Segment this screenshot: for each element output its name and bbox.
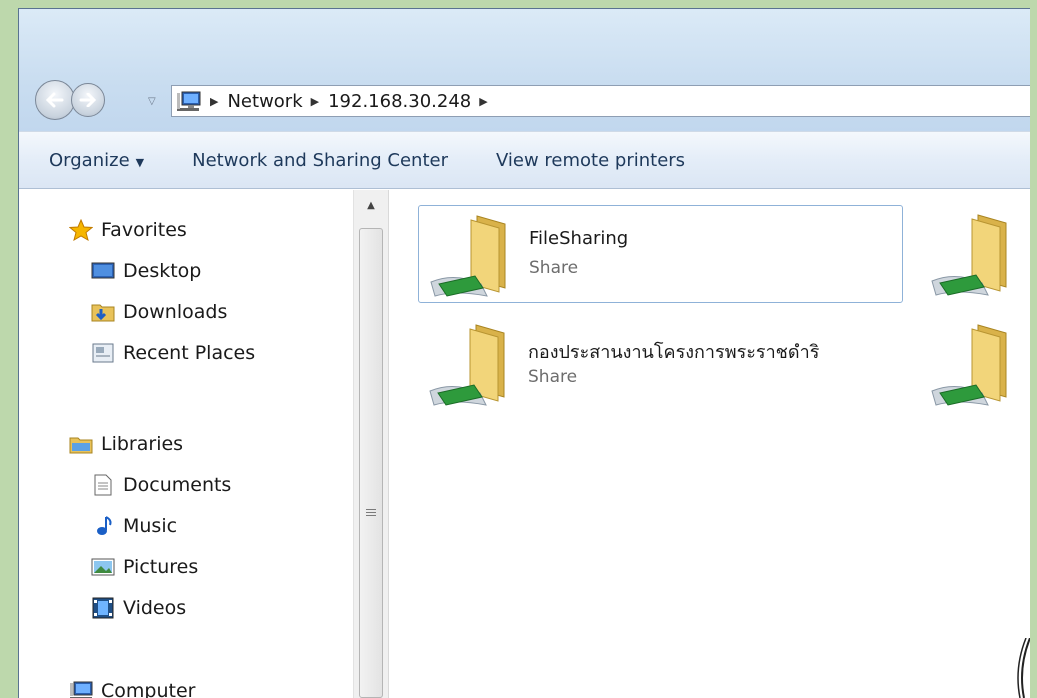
network-share-folder-icon (430, 215, 506, 297)
share-type: Share (528, 367, 578, 387)
share-tile[interactable]: ก S (920, 205, 1030, 303)
organize-button[interactable]: Organize ▼ (19, 150, 168, 171)
sidebar-item-computer[interactable]: Computer (69, 674, 195, 698)
sidebar-item-desktop[interactable]: Desktop (91, 254, 201, 288)
downloads-folder-icon (91, 301, 115, 323)
share-type: Share (529, 258, 579, 278)
pictures-icon (91, 556, 115, 578)
breadcrumb-host[interactable]: 192.168.30.248 (328, 91, 471, 112)
view-remote-printers-button[interactable]: View remote printers (472, 150, 709, 171)
navigation-pane: Favorites Desktop Downloads Recent Place… (19, 190, 353, 698)
grip-icon (366, 509, 376, 518)
navigation-scrollbar[interactable]: ▲ (353, 190, 389, 698)
share-tile[interactable]: ข S (920, 315, 1030, 413)
documents-icon (91, 474, 115, 496)
sidebar-item-downloads[interactable]: Downloads (91, 295, 227, 329)
network-share-folder-icon (931, 324, 1007, 406)
arrow-left-icon (45, 92, 64, 108)
scroll-up-arrow-icon[interactable]: ▲ (367, 200, 375, 211)
file-list: FileSharing Share ก S กองประสานงานโครงกา… (390, 190, 1030, 698)
forward-button[interactable] (71, 83, 105, 117)
star-icon (68, 218, 94, 242)
sidebar-item-favorites[interactable]: Favorites (68, 213, 187, 247)
address-bar[interactable]: ▶ Network ▶ 192.168.30.248 ▶ (171, 85, 1030, 117)
chevron-down-icon: ▼ (135, 155, 145, 169)
sidebar-item-videos[interactable]: Videos (91, 591, 186, 625)
share-name: FileSharing (529, 228, 629, 249)
arrow-right-icon (79, 93, 97, 107)
explorer-window: ▽ ▶ Network ▶ 192.168.30.248 ▶ Organize ▼… (18, 8, 1030, 698)
network-sharing-center-button[interactable]: Network and Sharing Center (168, 150, 472, 171)
window-edge-decoration (1017, 638, 1030, 698)
desktop-icon (91, 260, 115, 282)
computer-icon (176, 90, 202, 112)
share-name: กองประสานงานโครงการพระราชดำริ (528, 342, 820, 363)
sidebar-item-music[interactable]: Music (91, 509, 177, 543)
sidebar-item-libraries[interactable]: Libraries (69, 427, 183, 461)
breadcrumb-network[interactable]: Network (227, 91, 302, 112)
recent-pages-dropdown[interactable]: ▽ (148, 96, 156, 107)
breadcrumb-separator[interactable]: ▶ (210, 95, 218, 108)
breadcrumb-separator[interactable]: ▶ (311, 95, 319, 108)
scrollbar-thumb[interactable] (359, 228, 383, 698)
film-icon (91, 597, 115, 619)
share-tile[interactable]: FileSharing Share (418, 205, 903, 303)
libraries-icon (69, 433, 93, 455)
sidebar-item-documents[interactable]: Documents (91, 468, 231, 502)
sidebar-item-recent-places[interactable]: Recent Places (91, 336, 255, 370)
sidebar-item-pictures[interactable]: Pictures (91, 550, 198, 584)
back-button[interactable] (35, 80, 75, 120)
network-share-folder-icon (931, 214, 1007, 296)
recent-places-icon (91, 342, 115, 364)
command-bar: Organize ▼ Network and Sharing Center Vie… (19, 131, 1030, 189)
title-bar: ▽ ▶ Network ▶ 192.168.30.248 ▶ (19, 9, 1030, 131)
network-share-folder-icon (429, 324, 505, 406)
share-tile[interactable]: กองประสานงานโครงการพระราชดำริ Share (418, 315, 903, 413)
computer-icon (69, 680, 93, 698)
music-note-icon (91, 515, 115, 537)
breadcrumb-separator[interactable]: ▶ (479, 95, 487, 108)
